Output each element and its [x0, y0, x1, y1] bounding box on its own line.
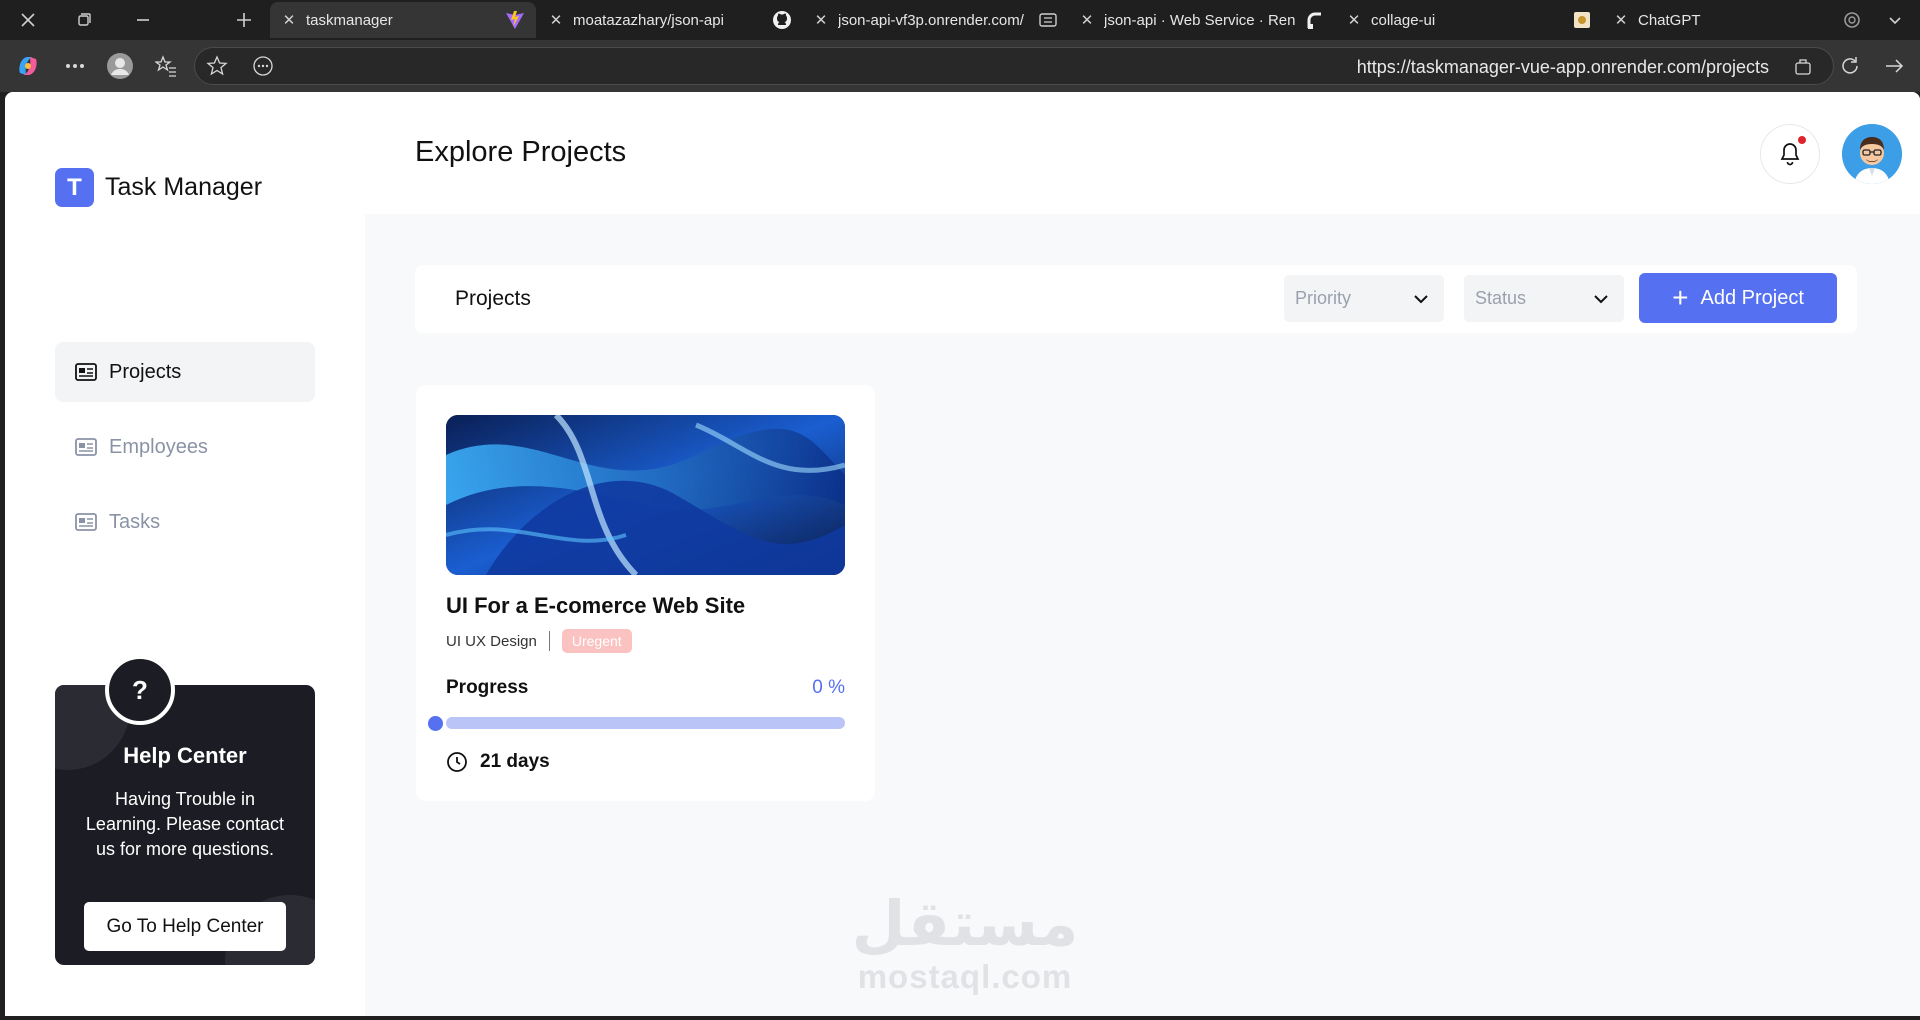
chevron-down-icon: [1594, 295, 1608, 304]
project-card[interactable]: UI For a E-comerce Web Site UI UX Design…: [416, 385, 875, 801]
sidebar-item-projects[interactable]: Projects: [55, 342, 315, 402]
tab-collage-ui[interactable]: ✕ collage-ui: [1335, 2, 1565, 38]
close-tab-icon[interactable]: ✕: [1612, 11, 1630, 29]
duration-text: 21 days: [480, 751, 550, 772]
close-tab-icon[interactable]: ✕: [1078, 11, 1096, 29]
progress-knob: [428, 716, 443, 731]
priority-select[interactable]: Priority: [1284, 275, 1444, 322]
sidebar-item-label: Employees: [109, 435, 208, 458]
chatgpt-favicon-icon: [1842, 10, 1862, 30]
close-tab-icon[interactable]: ✕: [1345, 11, 1363, 29]
priority-badge: Uregent: [561, 629, 632, 653]
sidebar-item-tasks[interactable]: Tasks: [55, 492, 315, 552]
close-tab-icon[interactable]: ✕: [812, 11, 830, 29]
mostaql-watermark: مستقل mostaql.com: [795, 892, 1135, 996]
logo-mark: T: [55, 168, 94, 207]
help-center-card: Help Center Having Trouble in Learning. …: [55, 685, 315, 965]
user-avatar-icon: [1842, 124, 1902, 184]
status-select[interactable]: Status: [1464, 275, 1624, 322]
add-project-button[interactable]: + Add Project: [1639, 273, 1837, 323]
close-tab-icon[interactable]: ✕: [280, 11, 298, 29]
browser-tab-bar: ✕ taskmanager ✕ moatazazhary/json-api ✕ …: [0, 0, 1920, 40]
project-cover-image: [446, 415, 845, 575]
top-header: Explore Projects: [365, 92, 1920, 214]
render-favicon-icon: [1305, 10, 1325, 30]
sidebar-item-employees[interactable]: Employees: [55, 417, 315, 477]
new-tab-icon[interactable]: [226, 2, 262, 38]
id-card-icon: [75, 363, 97, 381]
bell-icon: [1780, 143, 1800, 166]
close-tab-icon[interactable]: ✕: [547, 11, 565, 29]
forward-arrow-icon[interactable]: [1876, 48, 1912, 84]
help-question-icon: ?: [105, 655, 175, 725]
projects-toolbar: Projects Priority Status + Add Project: [415, 265, 1857, 333]
page-title: Explore Projects: [415, 136, 627, 168]
close-window-icon[interactable]: [10, 2, 46, 38]
id-card-icon: [75, 513, 97, 531]
sidebar-item-label: Tasks: [109, 510, 161, 533]
notification-dot: [1797, 135, 1807, 145]
app-available-icon[interactable]: [1783, 48, 1823, 84]
tab-taskmanager[interactable]: ✕ taskmanager: [270, 2, 536, 38]
tab-json-api-repo[interactable]: ✕ moatazazhary/json-api: [537, 2, 767, 38]
watermark-latin: mostaql.com: [857, 958, 1073, 995]
more-options-icon[interactable]: [57, 48, 93, 84]
sidebar-item-label: Projects: [109, 360, 182, 383]
github-favicon-icon: [772, 10, 792, 30]
address-field[interactable]: https://taskmanager-vue-app.onrender.com…: [194, 47, 1834, 85]
divider: [548, 631, 550, 651]
help-text: Having Trouble in Learning. Please conta…: [85, 789, 285, 859]
tab-json-api-web-service[interactable]: ✕ json-api · Web Service · Ren: [1068, 2, 1298, 38]
minimize-icon[interactable]: [125, 2, 161, 38]
logo[interactable]: T Task Manager: [55, 168, 262, 207]
refresh-icon[interactable]: [1832, 48, 1868, 84]
url-text: https://taskmanager-vue-app.onrender.com…: [1356, 57, 1769, 77]
progress-value: 0 %: [812, 677, 845, 698]
id-card-icon: [75, 438, 97, 456]
progress-label: Progress: [446, 677, 529, 698]
profile-icon[interactable]: [102, 48, 138, 84]
chevron-down-icon: [1414, 295, 1428, 304]
go-to-help-center-button[interactable]: Go To Help Center: [84, 902, 286, 951]
plus-icon: +: [1672, 282, 1689, 313]
tab-actions-icon[interactable]: [66, 2, 102, 38]
favorites-list-icon[interactable]: [148, 48, 184, 84]
collage-favicon-icon: [1572, 10, 1592, 30]
logo-text: Task Manager: [105, 173, 263, 201]
notifications-button[interactable]: [1760, 124, 1820, 184]
add-project-label: Add Project: [1700, 286, 1804, 309]
copilot-icon[interactable]: [10, 48, 46, 84]
tab-list-chevron-down-icon[interactable]: [1877, 2, 1913, 38]
project-category: UI UX Design: [446, 632, 537, 650]
clock-icon: [447, 752, 467, 772]
projects-heading: Projects: [455, 287, 531, 310]
status-placeholder: Status: [1475, 288, 1527, 308]
tab-chatgpt[interactable]: ✕ ChatGPT: [1602, 2, 1832, 38]
avatar[interactable]: [1842, 124, 1902, 184]
browser-address-bar: https://taskmanager-vue-app.onrender.com…: [0, 40, 1920, 92]
tab-json-api-render[interactable]: ✕ json-api-vf3p.onrender.com/: [802, 2, 1032, 38]
sidebar: T Task Manager Projects Employees Tasks …: [5, 92, 365, 1016]
watermark-arabic: مستقل: [851, 890, 1079, 959]
help-title: Help Center: [123, 743, 247, 768]
progress-bar: [446, 717, 845, 729]
json-favicon-icon: [1038, 10, 1058, 30]
vite-favicon-icon: [505, 10, 525, 30]
project-duration: 21 days: [446, 751, 550, 773]
project-meta: UI UX Design Uregent: [446, 629, 632, 653]
task-manager-app: T Task Manager Projects Employees Tasks …: [5, 92, 1920, 1016]
priority-placeholder: Priority: [1295, 288, 1352, 308]
favorite-star-icon[interactable]: [195, 48, 239, 84]
site-info-icon[interactable]: [241, 48, 285, 84]
project-title: UI For a E-comerce Web Site: [446, 593, 746, 618]
